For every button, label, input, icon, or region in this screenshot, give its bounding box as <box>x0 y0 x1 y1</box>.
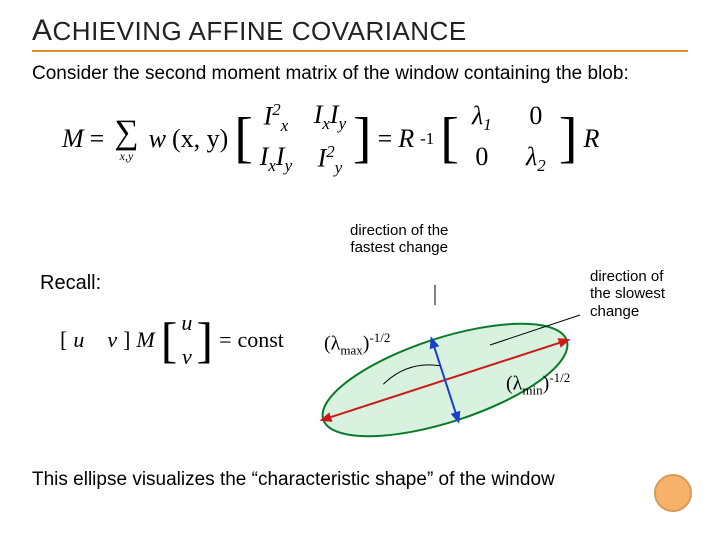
ellipse-caption: This ellipse visualizes the “characteris… <box>32 468 688 492</box>
slide-decoration-dot <box>654 474 692 512</box>
slide-title: ACHIEVING AFFINE COVARIANCE <box>32 14 688 52</box>
recall-heading: Recall: <box>40 272 101 295</box>
lambda-min-label: (λmin)-1/2 <box>506 370 570 399</box>
intro-text: Consider the second moment matrix of the… <box>32 62 688 86</box>
label-fastest-change: direction of thefastest change <box>350 222 448 257</box>
equation-main: M = ∑ x,y w(x, y) [ I2x IxIy IxIy I2y ] … <box>62 100 688 178</box>
sigma-icon: ∑ x,y <box>114 116 138 162</box>
ellipse-diagram <box>280 285 610 440</box>
equation-recall: [ u v ] M [ uv ] = const <box>60 310 284 370</box>
lambda-max-label: (λmax)-1/2 <box>324 330 390 359</box>
